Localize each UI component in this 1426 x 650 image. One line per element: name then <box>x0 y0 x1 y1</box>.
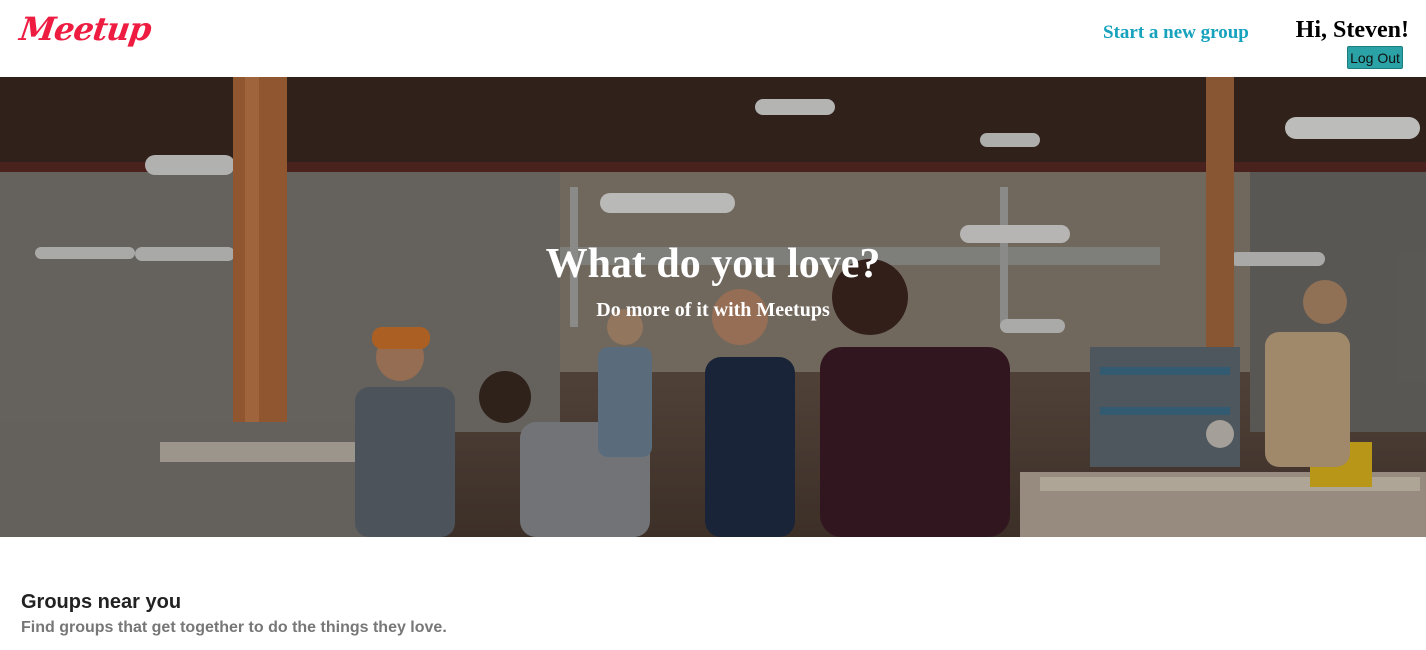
logout-button[interactable]: Log Out <box>1347 46 1403 69</box>
groups-near-you-heading: Groups near you <box>21 591 182 613</box>
user-greeting: Hi, Steven! <box>1295 17 1409 43</box>
hero-banner: What do you love? Do more of it with Mee… <box>0 77 1426 537</box>
start-new-group-link[interactable]: Start a new group <box>1103 22 1249 44</box>
hero-title: What do you love? <box>545 241 881 287</box>
groups-near-you-subtitle: Find groups that get together to do the … <box>21 619 447 636</box>
hero-subtitle: Do more of it with Meetups <box>596 299 830 321</box>
meetup-logo[interactable]: Meetup <box>17 10 153 48</box>
top-header: Meetup Start a new group Hi, Steven! Log… <box>0 0 1426 77</box>
